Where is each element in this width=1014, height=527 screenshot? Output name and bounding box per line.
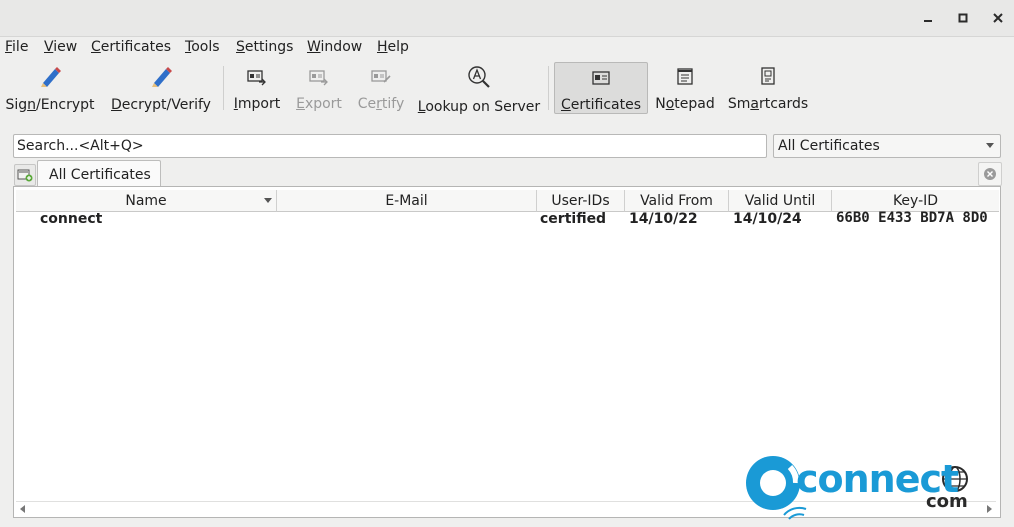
menu-settings[interactable]: Settings bbox=[236, 39, 293, 55]
menu-help[interactable]: Help bbox=[377, 39, 409, 55]
lookup-on-server-button[interactable]: Lookup on Server bbox=[416, 62, 542, 115]
cell-user-ids: certified bbox=[540, 211, 607, 227]
chevron-down-icon bbox=[986, 143, 994, 148]
pen-icon bbox=[41, 67, 61, 87]
search-placeholder: Search...<Alt+Q> bbox=[17, 138, 144, 154]
export-button[interactable]: Export bbox=[292, 62, 346, 112]
filter-selected-value: All Certificates bbox=[778, 138, 880, 154]
title-bar bbox=[0, 0, 1014, 37]
import-button[interactable]: Import bbox=[230, 62, 284, 112]
cell-valid-until: 14/10/24 bbox=[733, 211, 802, 227]
lookup-icon bbox=[468, 66, 490, 88]
toolbar-separator bbox=[223, 66, 224, 110]
pen-icon bbox=[152, 67, 172, 87]
new-tab-button[interactable] bbox=[14, 164, 36, 186]
notepad-button[interactable]: Notepad bbox=[652, 62, 718, 112]
certificate-import-icon bbox=[247, 70, 266, 86]
close-button[interactable] bbox=[988, 8, 1008, 28]
cell-name: connect bbox=[40, 211, 103, 227]
new-tab-icon bbox=[17, 169, 33, 182]
minimize-icon bbox=[924, 20, 932, 22]
sign-encrypt-button[interactable]: Sign/Encrypt bbox=[4, 62, 96, 113]
certificates-icon bbox=[592, 71, 610, 85]
toolbar-separator bbox=[548, 66, 549, 110]
search-input[interactable]: Search...<Alt+Q> bbox=[13, 134, 767, 158]
notepad-icon bbox=[677, 68, 693, 85]
maximize-button[interactable] bbox=[953, 8, 973, 28]
menu-bar: File View Certificates Tools Settings Wi… bbox=[0, 37, 1014, 59]
main-toolbar: Sign/Encrypt Decrypt/Verify Import Expor… bbox=[0, 60, 1014, 116]
watermark-subtext: com bbox=[926, 491, 968, 512]
smartcards-button[interactable]: Smartcards bbox=[726, 62, 810, 112]
certify-button[interactable]: Certify bbox=[354, 62, 408, 112]
cell-valid-from: 14/10/22 bbox=[629, 211, 698, 227]
certificate-filter-dropdown[interactable]: All Certificates bbox=[773, 134, 1001, 158]
menu-window[interactable]: Window bbox=[307, 39, 362, 55]
minimize-button[interactable] bbox=[918, 8, 938, 28]
close-tab-icon bbox=[984, 168, 996, 180]
tab-label: All Certificates bbox=[49, 167, 151, 183]
menu-certificates[interactable]: Certificates bbox=[91, 39, 171, 55]
menu-file[interactable]: File bbox=[5, 39, 28, 55]
table-row[interactable]: connect certified 14/10/22 14/10/24 66B0… bbox=[16, 187, 998, 233]
watermark-logo: connect com bbox=[744, 453, 984, 523]
certificates-view-button[interactable]: Certificates bbox=[554, 62, 648, 114]
scroll-left-icon[interactable] bbox=[20, 505, 25, 513]
menu-tools[interactable]: Tools bbox=[185, 39, 220, 55]
tab-all-certificates[interactable]: All Certificates bbox=[37, 160, 161, 188]
certify-icon bbox=[371, 70, 391, 83]
menu-view[interactable]: View bbox=[44, 39, 77, 55]
cell-key-id: 66B0 E433 BD7A 8D0 bbox=[836, 210, 988, 226]
decrypt-verify-button[interactable]: Decrypt/Verify bbox=[106, 62, 216, 113]
scroll-right-icon[interactable] bbox=[987, 505, 992, 513]
close-icon bbox=[993, 13, 1003, 23]
certificate-export-icon bbox=[309, 70, 328, 86]
maximize-icon bbox=[958, 13, 968, 23]
smartcard-icon bbox=[761, 67, 775, 85]
close-tab-button[interactable] bbox=[978, 162, 1002, 186]
